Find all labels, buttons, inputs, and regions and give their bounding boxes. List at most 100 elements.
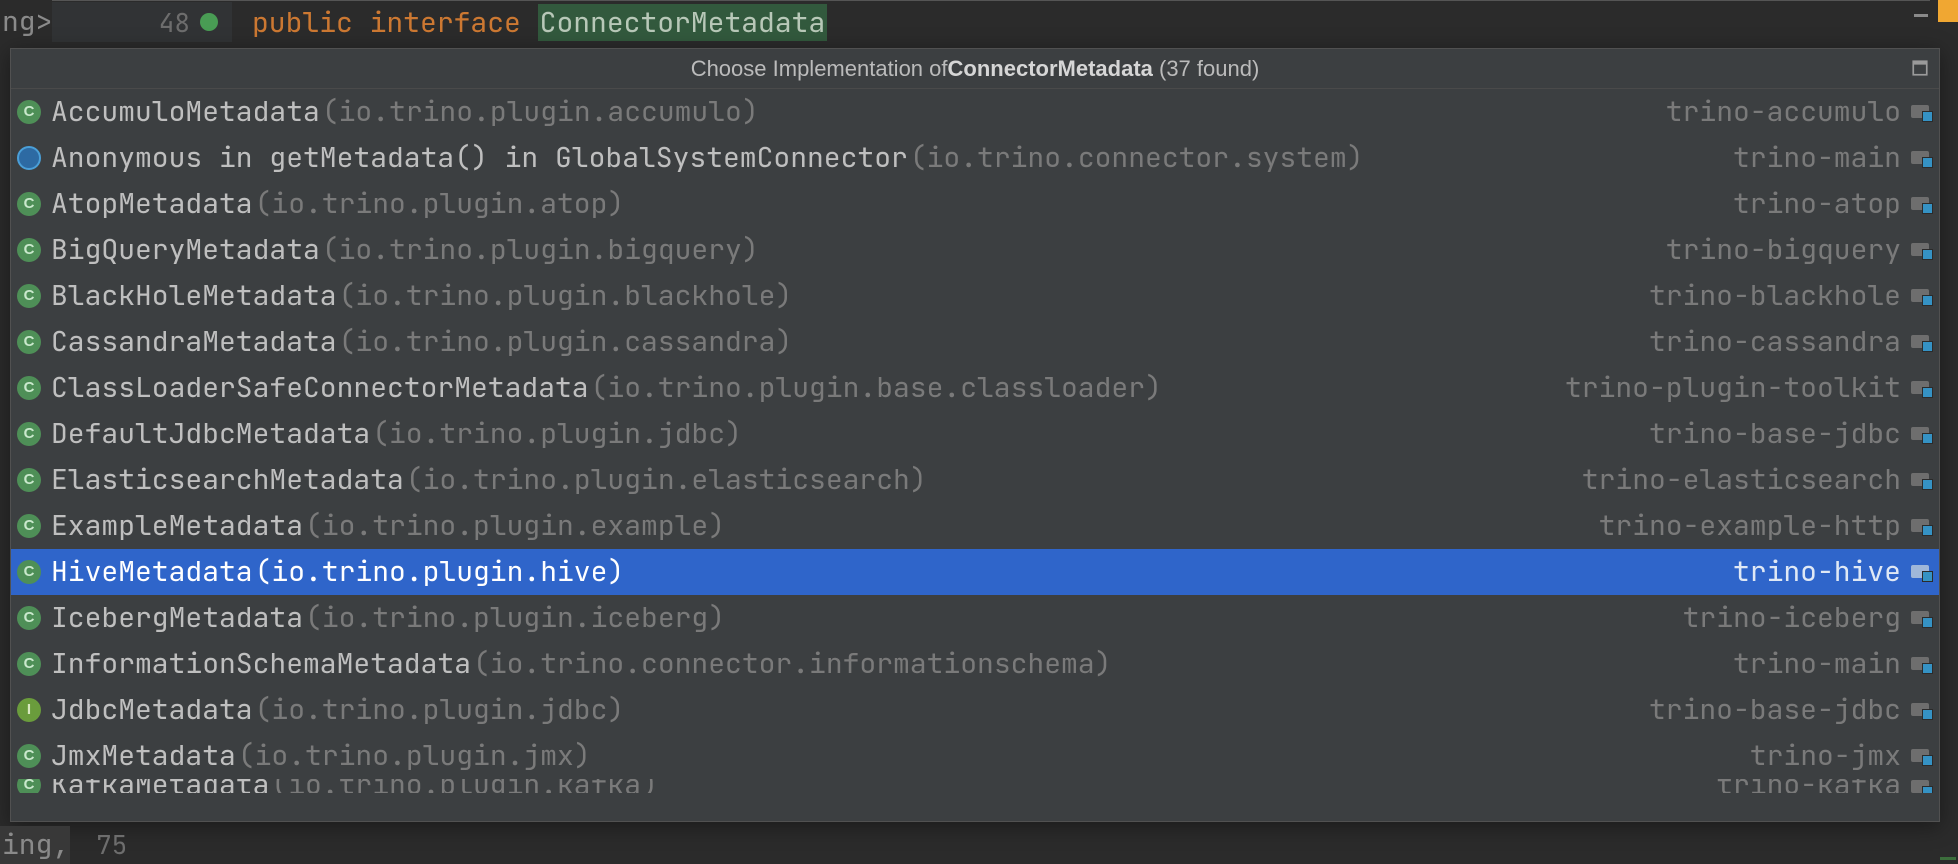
- list-item[interactable]: DefaultJdbcMetadata (io.trino.plugin.jdb…: [11, 411, 1939, 457]
- module-name: trino-example-http: [1599, 508, 1901, 544]
- package-name: (io.trino.plugin.hive): [255, 554, 625, 590]
- module-name: trino-jmx: [1750, 738, 1901, 774]
- module-name: trino-main: [1733, 646, 1901, 682]
- implementation-list[interactable]: AccumuloMetadata (io.trino.plugin.accumu…: [11, 89, 1939, 821]
- module-folder-icon: [1911, 472, 1931, 488]
- package-name: (io.trino.plugin.atop): [255, 186, 625, 222]
- keyword-interface: interface: [370, 4, 521, 41]
- interface-icon: [17, 698, 41, 722]
- package-name: (io.trino.plugin.kafka): [271, 779, 657, 793]
- class-name: ClassLoaderSafeConnectorMetadata: [51, 370, 589, 406]
- package-name: (io.trino.connector.system): [910, 140, 1364, 176]
- class-name: BlackHoleMetadata: [51, 278, 337, 314]
- editor-top-separator: [52, 0, 1930, 1]
- class-icon: [17, 744, 41, 768]
- class-name: InformationSchemaMetadata: [51, 646, 471, 682]
- implemented-icon[interactable]: [200, 13, 218, 31]
- list-item[interactable]: HiveMetadata (io.trino.plugin.hive) trino…: [11, 549, 1939, 595]
- list-item[interactable]: ElasticsearchMetadata (io.trino.plugin.e…: [11, 457, 1939, 503]
- module-name: trino-accumulo: [1666, 94, 1901, 130]
- class-icon: [17, 606, 41, 630]
- line-number: 48: [159, 5, 190, 40]
- class-icon: [17, 514, 41, 538]
- module-folder-icon: [1911, 334, 1931, 350]
- list-item[interactable]: KafkaMetadata (io.trino.plugin.kafka)tri…: [11, 779, 1939, 793]
- class-name: KafkaMetadata: [51, 779, 269, 793]
- keyword-public: public: [252, 4, 353, 41]
- module-name: trino-bigquery: [1666, 232, 1901, 268]
- list-item[interactable]: JmxMetadata (io.trino.plugin.jmx) trino-j…: [11, 733, 1939, 779]
- class-name: HiveMetadata: [51, 554, 253, 590]
- module-name: trino-hive: [1733, 554, 1901, 590]
- list-item[interactable]: InformationSchemaMetadata (io.trino.conn…: [11, 641, 1939, 687]
- module-folder-icon: [1911, 196, 1931, 212]
- package-name: (io.trino.plugin.cassandra): [339, 324, 793, 360]
- editor-line: ng> 48 public interface ConnectorMetadat…: [0, 2, 1958, 42]
- class-name: Anonymous in getMetadata() in GlobalSyst…: [51, 140, 908, 176]
- package-name: (io.trino.plugin.accumulo): [322, 94, 759, 130]
- class-icon: [17, 376, 41, 400]
- pin-icon[interactable]: [1911, 59, 1929, 77]
- module-folder-icon: [1911, 150, 1931, 166]
- editor-gutter[interactable]: 48: [52, 2, 232, 42]
- popup-title-bar: Choose Implementation of ConnectorMetada…: [11, 49, 1939, 89]
- module-folder-icon: [1911, 748, 1931, 764]
- module-folder-icon: [1911, 242, 1931, 258]
- class-name: CassandraMetadata: [51, 324, 337, 360]
- list-item[interactable]: BlackHoleMetadata (io.trino.plugin.black…: [11, 273, 1939, 319]
- anonymous-class-icon: [17, 146, 41, 170]
- package-name: (io.trino.connector.informationschema): [473, 646, 1111, 682]
- module-name: trino-cassandra: [1649, 324, 1901, 360]
- module-name: trino-atop: [1733, 186, 1901, 222]
- module-folder-icon: [1911, 779, 1931, 793]
- class-icon: [17, 652, 41, 676]
- module-name: trino-blackhole: [1649, 278, 1901, 314]
- list-item[interactable]: JdbcMetadata (io.trino.plugin.jdbc)trino…: [11, 687, 1939, 733]
- list-item[interactable]: CassandraMetadata (io.trino.plugin.cassa…: [11, 319, 1939, 365]
- class-name: IcebergMetadata: [51, 600, 303, 636]
- list-item[interactable]: ClassLoaderSafeConnectorMetadata (io.tri…: [11, 365, 1939, 411]
- package-name: (io.trino.plugin.bigquery): [322, 232, 759, 268]
- class-name: ExampleMetadata: [51, 508, 303, 544]
- class-icon: [17, 284, 41, 308]
- class-icon: [17, 100, 41, 124]
- module-name: trino-base-jdbc: [1649, 416, 1901, 452]
- module-name: trino-base-jdbc: [1649, 692, 1901, 728]
- module-folder-icon: [1911, 380, 1931, 396]
- module-name: trino-iceberg: [1683, 600, 1901, 636]
- module-folder-icon: [1911, 610, 1931, 626]
- class-name: JmxMetadata: [51, 738, 236, 774]
- popup-title-count: (37 found): [1159, 56, 1259, 82]
- module-folder-icon: [1911, 518, 1931, 534]
- class-name: AtopMetadata: [51, 186, 253, 222]
- list-item[interactable]: ExampleMetadata (io.trino.plugin.example…: [11, 503, 1939, 549]
- module-folder-icon: [1911, 426, 1931, 442]
- list-item[interactable]: BigQueryMetadata (io.trino.plugin.bigque…: [11, 227, 1939, 273]
- popup-title-prefix: Choose Implementation of: [691, 56, 948, 82]
- class-icon: [17, 468, 41, 492]
- identifier-highlight: ConnectorMetadata: [538, 4, 828, 41]
- module-folder-icon: [1911, 288, 1931, 304]
- minimize-marker[interactable]: [1914, 14, 1928, 17]
- code-text[interactable]: public interface ConnectorMetadata: [232, 4, 1958, 41]
- class-name: ElasticsearchMetadata: [51, 462, 404, 498]
- class-name: DefaultJdbcMetadata: [51, 416, 370, 452]
- class-icon: [17, 779, 41, 793]
- tool-window-fragment-bottom: ing,: [0, 826, 70, 864]
- list-item[interactable]: Anonymous in getMetadata() in GlobalSyst…: [11, 135, 1939, 181]
- class-icon: [17, 238, 41, 262]
- package-name: (io.trino.plugin.jmx): [238, 738, 591, 774]
- package-name: (io.trino.plugin.jdbc): [255, 692, 625, 728]
- list-item[interactable]: AtopMetadata (io.trino.plugin.atop) trino…: [11, 181, 1939, 227]
- package-name: (io.trino.plugin.elasticsearch): [406, 462, 927, 498]
- choose-implementation-popup: Choose Implementation of ConnectorMetada…: [10, 48, 1940, 822]
- module-name: trino-elasticsearch: [1582, 462, 1901, 498]
- package-name: (io.trino.plugin.iceberg): [305, 600, 725, 636]
- list-item[interactable]: AccumuloMetadata (io.trino.plugin.accumu…: [11, 89, 1939, 135]
- list-item[interactable]: IcebergMetadata (io.trino.plugin.iceberg…: [11, 595, 1939, 641]
- class-name: BigQueryMetadata: [51, 232, 320, 268]
- class-name: AccumuloMetadata: [51, 94, 320, 130]
- class-icon: [17, 330, 41, 354]
- class-icon: [17, 560, 41, 584]
- class-icon: [17, 422, 41, 446]
